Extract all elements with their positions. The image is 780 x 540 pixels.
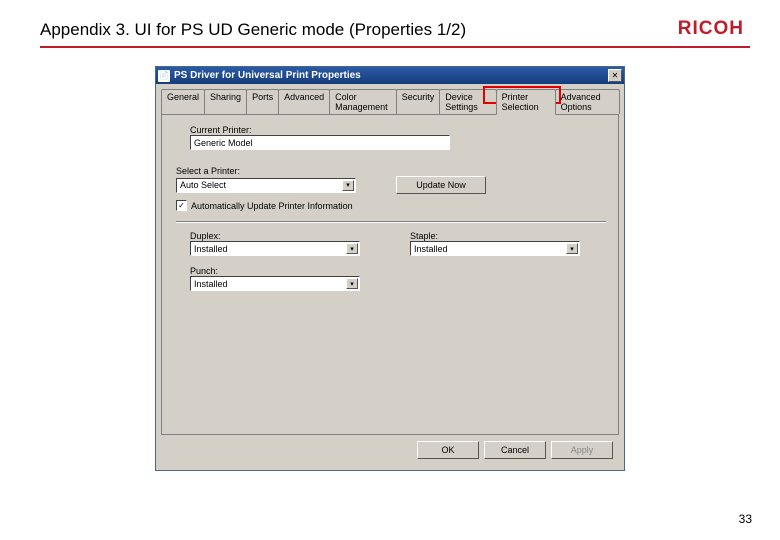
close-button[interactable]: ✕ <box>608 69 622 82</box>
duplex-dropdown[interactable]: Installed ▾ <box>190 241 360 256</box>
chevron-down-icon: ▾ <box>342 180 354 191</box>
punch-dropdown[interactable]: Installed ▾ <box>190 276 360 291</box>
current-printer-field: Generic Model <box>190 135 450 150</box>
duplex-value: Installed <box>194 244 228 254</box>
select-printer-value: Auto Select <box>180 180 226 190</box>
auto-update-label: Automatically Update Printer Information <box>191 201 353 211</box>
select-printer-dropdown[interactable]: Auto Select ▾ <box>176 178 356 193</box>
cancel-button[interactable]: Cancel <box>484 441 546 459</box>
punch-label: Punch: <box>190 266 606 276</box>
apply-button[interactable]: Apply <box>551 441 613 459</box>
staple-dropdown[interactable]: Installed ▾ <box>410 241 580 256</box>
staple-value: Installed <box>414 244 448 254</box>
tab-sharing[interactable]: Sharing <box>204 89 247 114</box>
dialog-button-row: OK Cancel Apply <box>161 435 619 465</box>
duplex-label: Duplex: <box>190 231 370 241</box>
tab-advanced[interactable]: Advanced <box>278 89 330 114</box>
auto-update-checkbox-row[interactable]: ✓ Automatically Update Printer Informati… <box>176 200 606 211</box>
brand-logo: RICOH <box>678 18 744 40</box>
auto-update-checkbox[interactable]: ✓ <box>176 200 187 211</box>
properties-dialog: 📄 PS Driver for Universal Print Properti… <box>155 66 625 471</box>
update-now-button[interactable]: Update Now <box>396 176 486 194</box>
chevron-down-icon: ▾ <box>346 278 358 289</box>
tab-strip: General Sharing Ports Advanced Color Man… <box>161 89 619 115</box>
tab-device-settings[interactable]: Device Settings <box>439 89 496 114</box>
current-printer-value: Generic Model <box>194 138 253 148</box>
dialog-title: PS Driver for Universal Print Properties <box>174 70 608 81</box>
tab-ports[interactable]: Ports <box>246 89 279 114</box>
printer-selection-panel: Current Printer: Generic Model Select a … <box>161 115 619 435</box>
header-divider <box>40 46 750 48</box>
tab-security[interactable]: Security <box>396 89 441 114</box>
slide-title: Appendix 3. UI for PS UD Generic mode (P… <box>40 20 466 40</box>
current-printer-label: Current Printer: <box>190 125 606 135</box>
staple-label: Staple: <box>410 231 590 241</box>
punch-value: Installed <box>194 279 228 289</box>
tab-advanced-options[interactable]: Advanced Options <box>555 89 620 114</box>
tab-color-management[interactable]: Color Management <box>329 89 397 114</box>
chevron-down-icon: ▾ <box>346 243 358 254</box>
tab-printer-selection[interactable]: Printer Selection <box>496 89 556 115</box>
dialog-titlebar: 📄 PS Driver for Universal Print Properti… <box>156 67 624 84</box>
tab-general[interactable]: General <box>161 89 205 114</box>
printer-icon: 📄 <box>158 70 170 82</box>
chevron-down-icon: ▾ <box>566 243 578 254</box>
ok-button[interactable]: OK <box>417 441 479 459</box>
separator <box>176 221 606 223</box>
select-printer-label: Select a Printer: <box>176 166 606 176</box>
page-number: 33 <box>739 512 752 526</box>
